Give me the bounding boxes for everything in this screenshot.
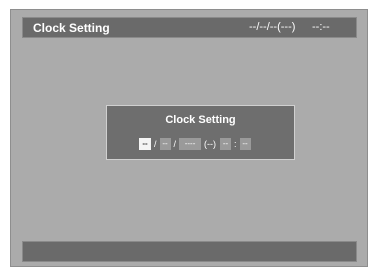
header-time-readout: --:-- — [312, 21, 330, 33]
hour-field[interactable]: -- — [220, 138, 232, 150]
header-date-readout: --/--/--(---) — [249, 21, 296, 33]
minute-field[interactable]: -- — [239, 138, 251, 150]
date-separator: / — [154, 139, 157, 149]
header-title: Clock Setting — [33, 21, 110, 35]
footer-bar — [22, 241, 357, 262]
dialog-title: Clock Setting — [165, 114, 236, 126]
weekday-display: (--) — [204, 139, 217, 149]
day-field[interactable]: -- — [159, 138, 171, 150]
month-field[interactable]: -- — [139, 138, 151, 150]
date-time-fields: -- / -- / ---- (--) --: -- — [139, 138, 251, 150]
clock-setting-dialog: Clock Setting -- / -- / ---- (--) --: -- — [106, 105, 295, 160]
date-separator: / — [173, 139, 177, 149]
time-separator: : — [234, 139, 237, 149]
clock-setting-screen: Clock Setting --/--/--(---) --:-- Clock … — [0, 0, 378, 275]
header-bar: Clock Setting --/--/--(---) --:-- — [22, 17, 357, 38]
year-field[interactable]: ---- — [179, 138, 202, 150]
